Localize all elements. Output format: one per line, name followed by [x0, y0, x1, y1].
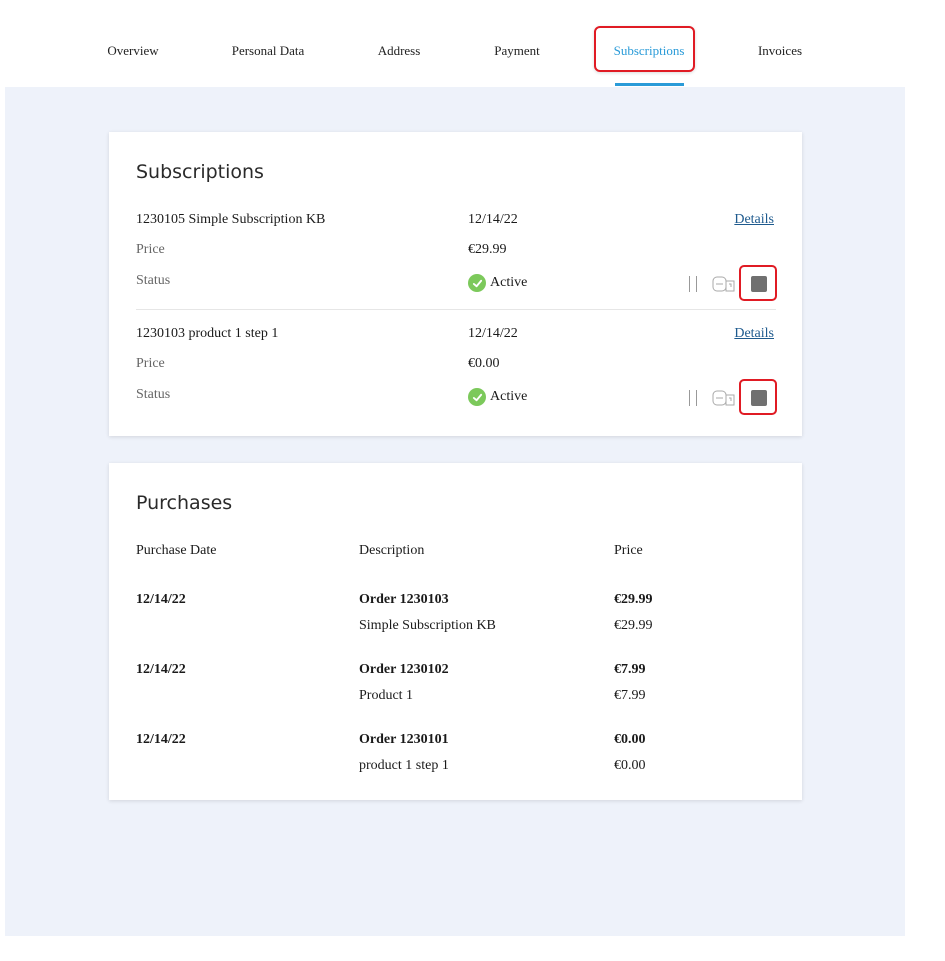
- tab-personal-data[interactable]: Personal Data: [232, 42, 305, 60]
- order-total: €29.99: [614, 592, 653, 607]
- order-total: €7.99: [614, 662, 646, 677]
- subscription-details-link[interactable]: Details: [734, 325, 774, 343]
- order-item-price: €7.99: [614, 688, 646, 703]
- status-label: Status: [136, 387, 171, 402]
- edit-icon[interactable]: [712, 275, 736, 293]
- order-item: product 1 step 1: [359, 758, 449, 773]
- pause-icon[interactable]: [688, 390, 700, 406]
- order-item-price: €0.00: [614, 758, 646, 773]
- header-price: Price: [614, 543, 643, 558]
- order-number: Order 1230101: [359, 732, 449, 747]
- subscription-details-link[interactable]: Details: [734, 211, 774, 229]
- pause-icon[interactable]: [688, 276, 700, 292]
- status-badge: Active: [468, 388, 527, 406]
- tab-subscriptions[interactable]: Subscriptions: [614, 42, 685, 60]
- order-total: €0.00: [614, 732, 646, 747]
- order-item: Simple Subscription KB: [359, 618, 496, 633]
- stop-icon: [751, 390, 767, 406]
- subscription-name: 1230103 product 1 step 1: [136, 326, 279, 341]
- subscription-name: 1230105 Simple Subscription KB: [136, 212, 326, 227]
- tab-overview[interactable]: Overview: [107, 42, 158, 60]
- price-label: Price: [136, 356, 165, 371]
- subscription-divider: [136, 309, 776, 310]
- status-text: Active: [490, 275, 528, 290]
- active-tab-indicator: [615, 83, 684, 86]
- check-circle-icon: [468, 388, 486, 406]
- subscriptions-card: Subscriptions 1230105 Simple Subscriptio…: [109, 132, 802, 436]
- subscriptions-title: Subscriptions: [136, 161, 264, 183]
- header-description: Description: [359, 543, 425, 558]
- edit-icon[interactable]: [712, 389, 736, 407]
- account-tabs: Overview Personal Data Address Payment S…: [0, 0, 945, 87]
- order-item-price: €29.99: [614, 618, 653, 633]
- header-purchase-date: Purchase Date: [136, 543, 217, 558]
- status-label: Status: [136, 273, 171, 288]
- tab-address[interactable]: Address: [378, 42, 421, 60]
- subscription-date: 12/14/22: [468, 212, 518, 227]
- stop-button[interactable]: [739, 379, 777, 415]
- stop-icon: [751, 276, 767, 292]
- purchases-title: Purchases: [136, 492, 233, 514]
- stop-button[interactable]: [739, 265, 777, 301]
- status-badge: Active: [468, 274, 527, 292]
- order-number: Order 1230103: [359, 592, 449, 607]
- order-date: 12/14/22: [136, 592, 186, 607]
- order-date: 12/14/22: [136, 732, 186, 747]
- price-label: Price: [136, 242, 165, 257]
- subscription-date: 12/14/22: [468, 326, 518, 341]
- order-number: Order 1230102: [359, 662, 449, 677]
- subscription-price: €29.99: [468, 242, 507, 257]
- tab-invoices[interactable]: Invoices: [758, 42, 802, 60]
- status-text: Active: [490, 389, 528, 404]
- check-circle-icon: [468, 274, 486, 292]
- subscription-price: €0.00: [468, 356, 500, 371]
- order-date: 12/14/22: [136, 662, 186, 677]
- order-item: Product 1: [359, 688, 414, 703]
- tab-payment[interactable]: Payment: [494, 42, 540, 60]
- purchases-card: Purchases Purchase Date Description Pric…: [109, 463, 802, 800]
